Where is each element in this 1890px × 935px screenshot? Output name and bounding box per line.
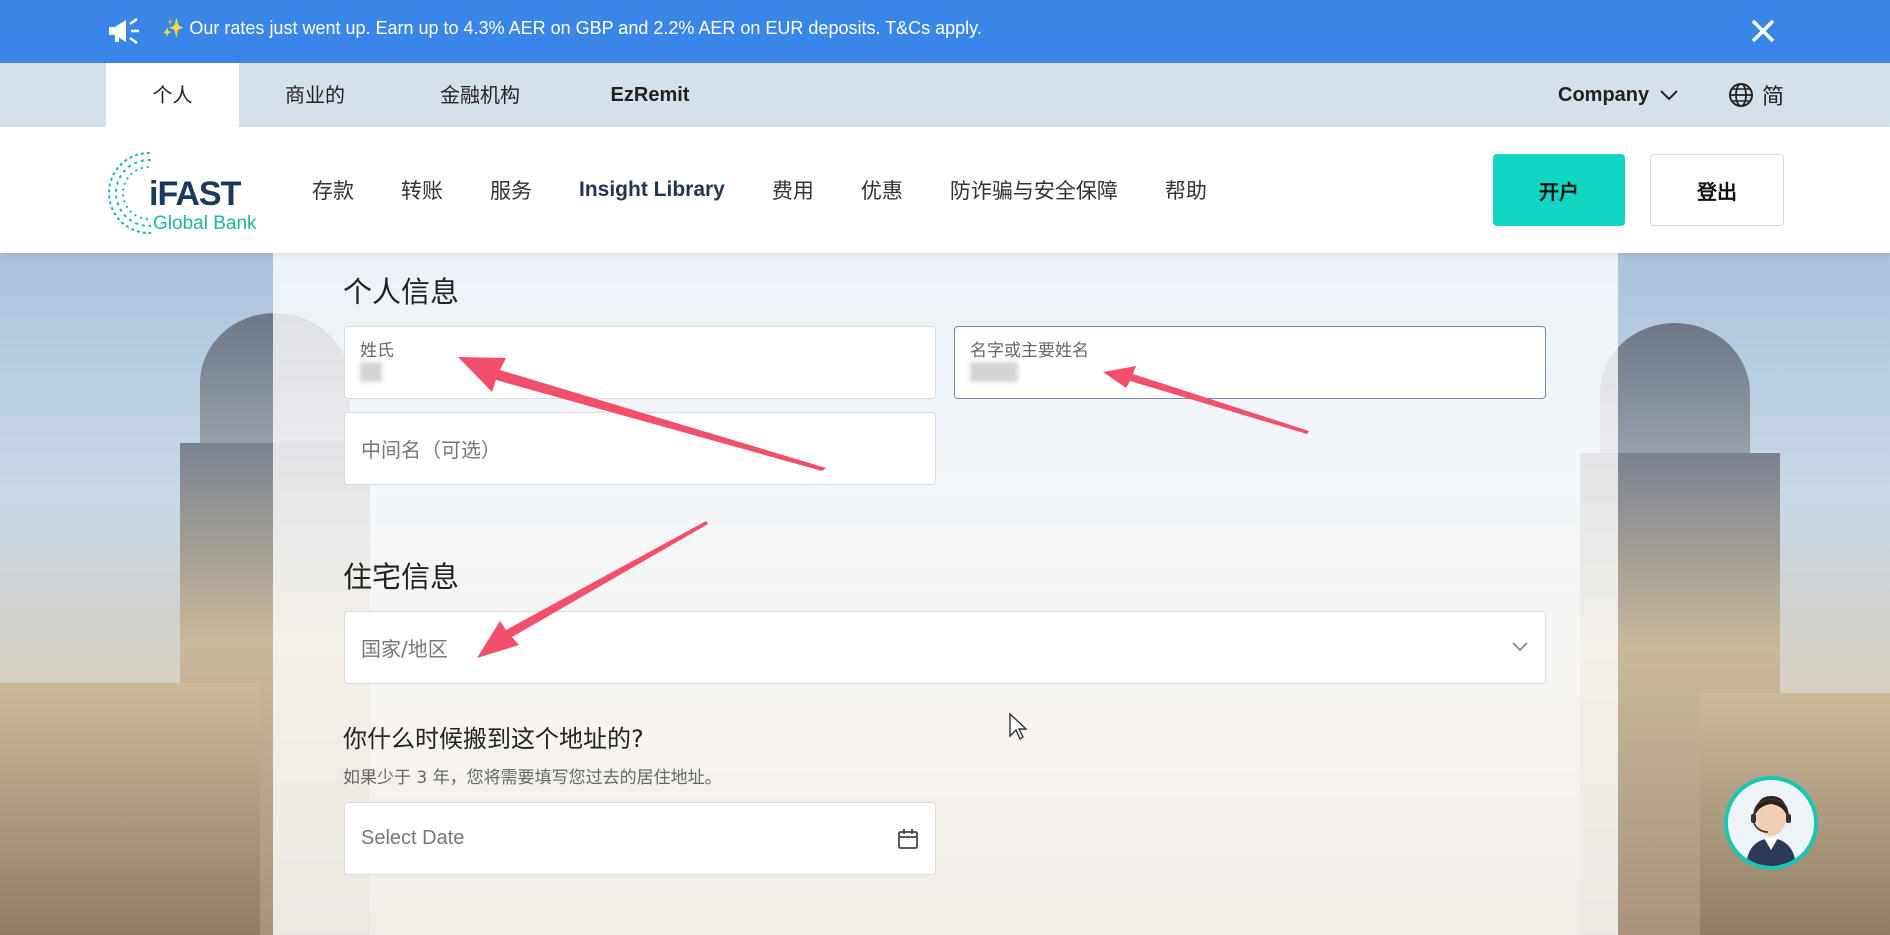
company-label: Company (1558, 84, 1650, 106)
nav-links: 存款 转账 服务 Insight Library 费用 优惠 防诈骗与安全保障 … (312, 127, 1254, 253)
language-label: 简 (1762, 85, 1785, 110)
globe-icon (1729, 83, 1753, 107)
segment-ezremit[interactable]: EzRemit (600, 63, 700, 127)
surname-value-redacted (360, 362, 382, 382)
mouse-cursor-icon (1009, 712, 1028, 741)
megaphone-icon (109, 17, 139, 45)
chevron-down-icon (1512, 642, 1528, 652)
open-account-button[interactable]: 开户 (1493, 154, 1625, 226)
segment-financial-institutions[interactable]: 金融机构 (425, 63, 535, 127)
country-select[interactable]: 国家/地区 (344, 611, 1546, 684)
chat-support-avatar[interactable] (1724, 776, 1818, 870)
nav-fraud-security[interactable]: 防诈骗与安全保障 (950, 175, 1118, 205)
ifast-logo[interactable]: iFAST Global Bank (105, 147, 275, 239)
logo-subtitle: Global Bank (153, 213, 257, 234)
company-dropdown[interactable]: Company (1558, 63, 1679, 127)
nav-services[interactable]: 服务 (490, 175, 532, 205)
middle-name-field[interactable]: 中间名（可选） (344, 412, 936, 485)
given-name-value-redacted (970, 362, 1018, 382)
move-date-hint: 如果少于 3 年，您将需要填写您过去的居住地址。 (343, 768, 722, 788)
segment-personal[interactable]: 个人 (106, 63, 239, 127)
nav-fees[interactable]: 费用 (772, 175, 814, 205)
calendar-icon (898, 829, 918, 849)
residence-info-title: 住宅信息 (343, 560, 460, 594)
middle-name-placeholder: 中间名（可选） (361, 438, 501, 462)
segment-bar: 个人 商业的 金融机构 EzRemit Company 简 (0, 63, 1890, 127)
move-date-question: 你什么时候搬到这个地址的? (343, 725, 644, 753)
language-switcher[interactable]: 简 (1728, 63, 1784, 127)
announcement-banner: ✨ Our rates just went up. Earn up to 4.3… (0, 0, 1890, 63)
logout-button[interactable]: 登出 (1650, 154, 1784, 226)
country-placeholder: 国家/地区 (361, 637, 448, 661)
given-name-field[interactable]: 名字或主要姓名 (954, 326, 1546, 399)
chevron-down-icon (1660, 90, 1678, 101)
support-agent-icon (1728, 780, 1814, 866)
segment-business[interactable]: 商业的 (270, 63, 360, 127)
nav-help[interactable]: 帮助 (1165, 175, 1207, 205)
close-icon[interactable] (1748, 16, 1778, 46)
nav-insight-library[interactable]: Insight Library (579, 178, 725, 202)
logo-word: iFAST (149, 175, 241, 213)
nav-deposits[interactable]: 存款 (312, 175, 354, 205)
move-date-picker[interactable]: Select Date (344, 802, 936, 875)
personal-info-title: 个人信息 (343, 275, 460, 309)
main-navigation: iFAST Global Bank 存款 转账 服务 Insight Libra… (0, 127, 1890, 253)
nav-transfers[interactable]: 转账 (401, 175, 443, 205)
date-placeholder: Select Date (361, 827, 465, 849)
nav-offers[interactable]: 优惠 (861, 175, 903, 205)
surname-field[interactable]: 姓氏 (344, 326, 936, 399)
banner-text: ✨ Our rates just went up. Earn up to 4.3… (162, 18, 982, 38)
surname-label: 姓氏 (360, 341, 394, 361)
form-panel: 个人信息 姓氏 名字或主要姓名 中间名（可选） 住宅信息 国家/地区 你什么时候… (273, 253, 1618, 935)
given-name-label: 名字或主要姓名 (970, 341, 1089, 361)
